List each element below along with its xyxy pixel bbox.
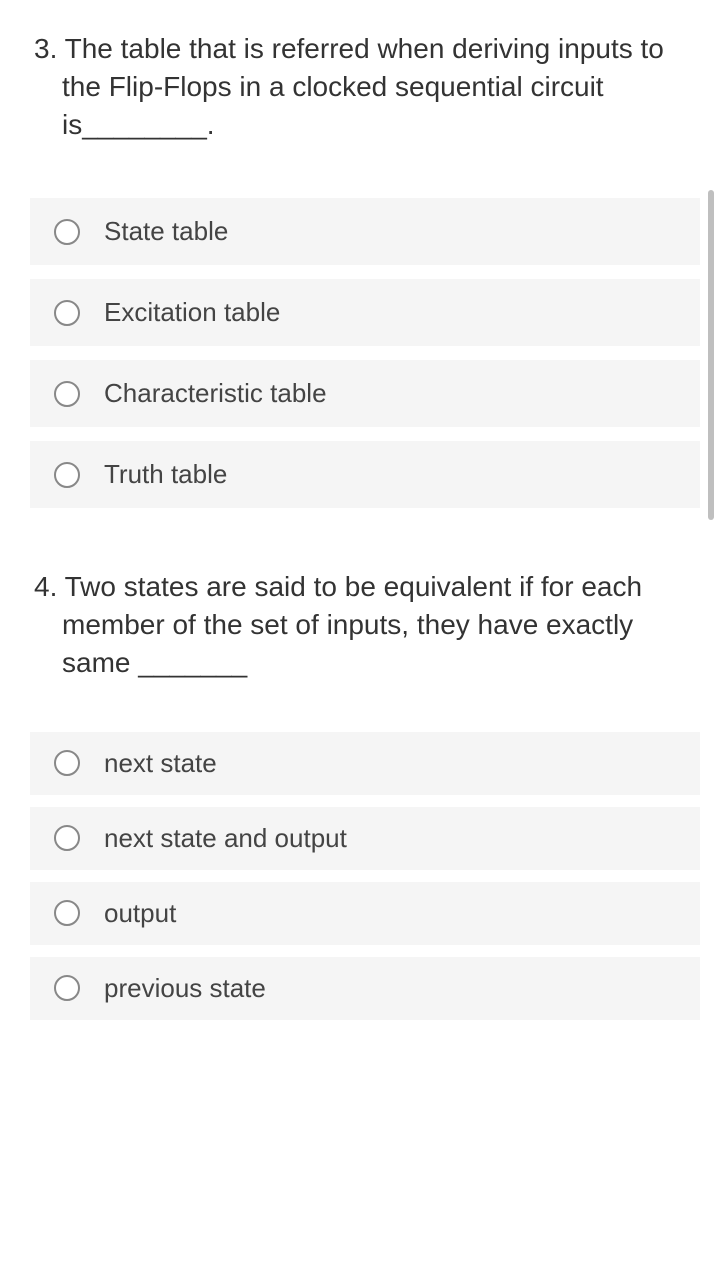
option-label: Truth table [104, 459, 227, 490]
question-4-options: next state next state and output output … [30, 732, 700, 1020]
radio-icon [54, 300, 80, 326]
radio-icon [54, 975, 80, 1001]
question-text: 4. Two states are said to be equivalent … [58, 568, 700, 681]
radio-icon [54, 219, 80, 245]
option-label: Excitation table [104, 297, 280, 328]
option-label: State table [104, 216, 228, 247]
option-label: previous state [104, 973, 266, 1004]
option-label: next state [104, 748, 217, 779]
option-label: next state and output [104, 823, 347, 854]
option-label: Characteristic table [104, 378, 327, 409]
option-previous-state[interactable]: previous state [30, 957, 700, 1020]
option-truth-table[interactable]: Truth table [30, 441, 700, 508]
option-label: output [104, 898, 176, 929]
option-excitation-table[interactable]: Excitation table [30, 279, 700, 346]
radio-icon [54, 750, 80, 776]
option-next-state[interactable]: next state [30, 732, 700, 795]
option-output[interactable]: output [30, 882, 700, 945]
question-4: 4. Two states are said to be equivalent … [30, 568, 700, 1019]
radio-icon [54, 825, 80, 851]
option-next-state-and-output[interactable]: next state and output [30, 807, 700, 870]
question-text: 3. The table that is referred when deriv… [58, 30, 700, 143]
option-state-table[interactable]: State table [30, 198, 700, 265]
option-characteristic-table[interactable]: Characteristic table [30, 360, 700, 427]
scrollbar[interactable] [708, 190, 714, 520]
radio-icon [54, 462, 80, 488]
question-3: 3. The table that is referred when deriv… [30, 30, 700, 508]
radio-icon [54, 900, 80, 926]
quiz-content: 3. The table that is referred when deriv… [0, 0, 720, 1040]
radio-icon [54, 381, 80, 407]
question-3-options: State table Excitation table Characteris… [30, 198, 700, 508]
